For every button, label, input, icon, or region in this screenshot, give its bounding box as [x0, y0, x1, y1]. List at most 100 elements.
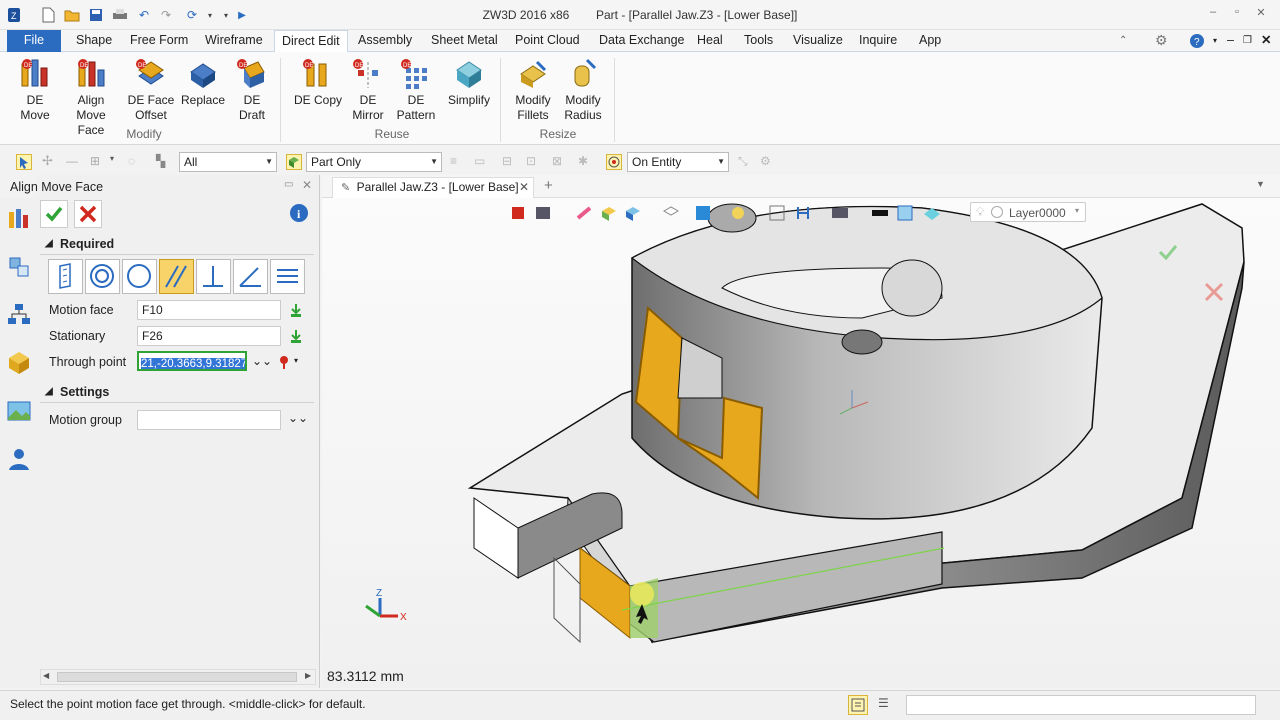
tab-assembly[interactable]: Assembly — [351, 30, 419, 52]
image-icon[interactable] — [6, 398, 32, 424]
panel-pin-icon[interactable]: ▭ — [284, 179, 293, 190]
de-face-offset-button[interactable]: DE DE Face Offset — [126, 58, 176, 123]
line-icon[interactable]: — — [66, 154, 82, 170]
info-icon[interactable]: i — [288, 202, 310, 224]
snap-combo[interactable]: On Entity ▼ — [627, 152, 729, 172]
command-panel-icon[interactable] — [6, 206, 32, 232]
tab-direct-edit[interactable]: Direct Edit — [274, 30, 348, 53]
filter-icon[interactable]: ▚ — [156, 154, 172, 170]
de-draft-button[interactable]: DE DE Draft — [230, 58, 274, 123]
through-point-expand-icon[interactable]: ⌄⌄ — [252, 354, 272, 368]
layer-selector[interactable]: 💡︎ Layer0000 ▾ — [970, 202, 1086, 222]
tab-sheet-metal[interactable]: Sheet Metal — [424, 30, 505, 52]
tab-point-cloud[interactable]: Point Cloud — [508, 30, 587, 52]
motion-face-pick-icon[interactable] — [288, 302, 304, 318]
tab-wireframe[interactable]: Wireframe — [198, 30, 270, 52]
box-select-icon[interactable]: ⊞ — [90, 154, 106, 170]
minimize-icon[interactable]: – — [1204, 6, 1222, 24]
motion-group-expand-icon[interactable]: ⌄⌄ — [288, 411, 308, 425]
toolbar-icon-g[interactable]: ⤡ — [738, 154, 754, 170]
motion-face-field[interactable]: F10 — [137, 300, 281, 320]
modify-fillets-button[interactable]: Modify Fillets — [508, 58, 558, 123]
tangent-tool-button[interactable] — [122, 259, 157, 294]
ok-button[interactable] — [40, 200, 68, 228]
stationary-pick-icon[interactable] — [288, 328, 304, 344]
snap-icon[interactable] — [606, 154, 622, 170]
tab-close-icon[interactable]: ✕ — [519, 178, 529, 197]
tab-heal[interactable]: Heal — [690, 30, 730, 52]
settings-section-header[interactable]: ◢ Settings — [40, 381, 314, 403]
part-scope-icon[interactable] — [286, 154, 302, 170]
coplanar-tool-button[interactable] — [48, 259, 83, 294]
collapse-ribbon-icon[interactable]: ⌃ — [1112, 30, 1134, 52]
cancel-button[interactable] — [74, 200, 102, 228]
toolbar-icon-a[interactable]: ≡ — [450, 154, 466, 170]
tab-free-form[interactable]: Free Form — [123, 30, 195, 52]
tab-data-exchange[interactable]: Data Exchange — [592, 30, 691, 52]
tab-shape[interactable]: Shape — [69, 30, 119, 52]
settings-gear-icon[interactable]: ⚙ — [1148, 30, 1175, 52]
maximize-icon[interactable]: ▫ — [1228, 6, 1246, 24]
part-model: Z X — [365, 203, 1245, 644]
tab-inquire[interactable]: Inquire — [852, 30, 904, 52]
through-point-pick-icon[interactable] — [276, 354, 292, 370]
tab-list-icon[interactable]: ▼ — [1256, 179, 1265, 189]
concentric-tool-button[interactable] — [85, 259, 120, 294]
motion-group-field[interactable] — [137, 410, 281, 430]
manager-strip — [0, 198, 36, 688]
de-move-button[interactable]: DE DE Move — [14, 58, 56, 123]
toolbar-icon-f[interactable]: ✱ — [578, 154, 594, 170]
title-bar: Z ↶ ↷ ⟳ ▾ ▾ ▶ ZW3D 2016 x86 Part - [Para… — [0, 0, 1280, 30]
document-tab[interactable]: ✎ Parallel Jaw.Z3 - [Lower Base] ✕ — [332, 177, 534, 198]
toolbar-icon-h[interactable]: ⚙ — [760, 154, 776, 170]
stationary-field[interactable]: F26 — [137, 326, 281, 346]
through-point-dropdown-icon[interactable]: ▾ — [294, 356, 298, 365]
toolbar-icon-c[interactable]: ⊟ — [502, 154, 518, 170]
3d-viewport[interactable]: Z X 💡︎ Layer0000 ▾ 83.3112 mm — [322, 198, 1280, 688]
tree-icon[interactable] — [6, 302, 32, 328]
simplify-icon — [453, 58, 485, 90]
scroll-right-icon[interactable]: ▶ — [305, 671, 311, 680]
user-icon[interactable] — [6, 446, 32, 472]
panel-close-icon[interactable]: ✕ — [302, 178, 312, 192]
toolbar-icon-e[interactable]: ⊠ — [552, 154, 568, 170]
filter-combo[interactable]: All ▼ — [179, 152, 277, 172]
tab-file[interactable]: File — [7, 30, 61, 52]
parallel-tool-button[interactable] — [159, 259, 194, 294]
modify-radius-button[interactable]: Modify Radius — [560, 58, 606, 123]
scroll-thumb[interactable] — [57, 672, 297, 682]
offset-tool-button[interactable] — [270, 259, 305, 294]
perpendicular-tool-button[interactable] — [196, 259, 231, 294]
angle-tool-button[interactable] — [233, 259, 268, 294]
de-pattern-button[interactable]: DE DE Pattern — [394, 58, 438, 123]
toolbar-icon-b[interactable]: ▭ — [474, 154, 490, 170]
lasso-icon[interactable]: ◌ — [128, 154, 144, 170]
scope-combo[interactable]: Part Only ▼ — [306, 152, 442, 172]
de-face-offset-icon: DE — [135, 58, 167, 90]
scroll-left-icon[interactable]: ◀ — [43, 671, 49, 680]
motion-face-label: Motion face — [49, 303, 114, 317]
part-icon[interactable] — [6, 350, 32, 376]
align-move-face-button[interactable]: DE Align Move Face — [62, 58, 120, 138]
toolbar-icon-d[interactable]: ⊡ — [526, 154, 542, 170]
de-mirror-button[interactable]: DE DE Mirror — [348, 58, 388, 123]
de-copy-button[interactable]: DE DE Copy — [290, 58, 346, 108]
panel-horizontal-scrollbar[interactable]: ◀ ▶ — [40, 669, 316, 685]
close-icon[interactable]: ✕ — [1252, 6, 1270, 24]
tab-visualize[interactable]: Visualize — [786, 30, 850, 52]
message-list-icon[interactable]: ☰ — [878, 696, 896, 714]
replace-button[interactable]: Replace — [180, 58, 226, 108]
through-point-field[interactable]: 21,-20.3663,9.31827 — [137, 351, 247, 371]
status-toggle-icon[interactable] — [848, 695, 868, 715]
simplify-button[interactable]: Simplify — [444, 58, 494, 108]
new-tab-icon[interactable]: + — [544, 177, 553, 194]
tab-app[interactable]: App — [912, 30, 948, 52]
pick-cursor-icon[interactable] — [16, 154, 32, 170]
tab-tools[interactable]: Tools — [737, 30, 780, 52]
box-select-dropdown-icon[interactable]: ▾ — [110, 154, 126, 170]
command-input[interactable] — [906, 695, 1256, 715]
required-section-header[interactable]: ◢ Required — [40, 233, 314, 255]
move-icon[interactable]: ✢ — [42, 154, 58, 170]
doc-close-icon[interactable]: ✕ — [1254, 30, 1278, 52]
history-icon[interactable] — [6, 254, 32, 280]
